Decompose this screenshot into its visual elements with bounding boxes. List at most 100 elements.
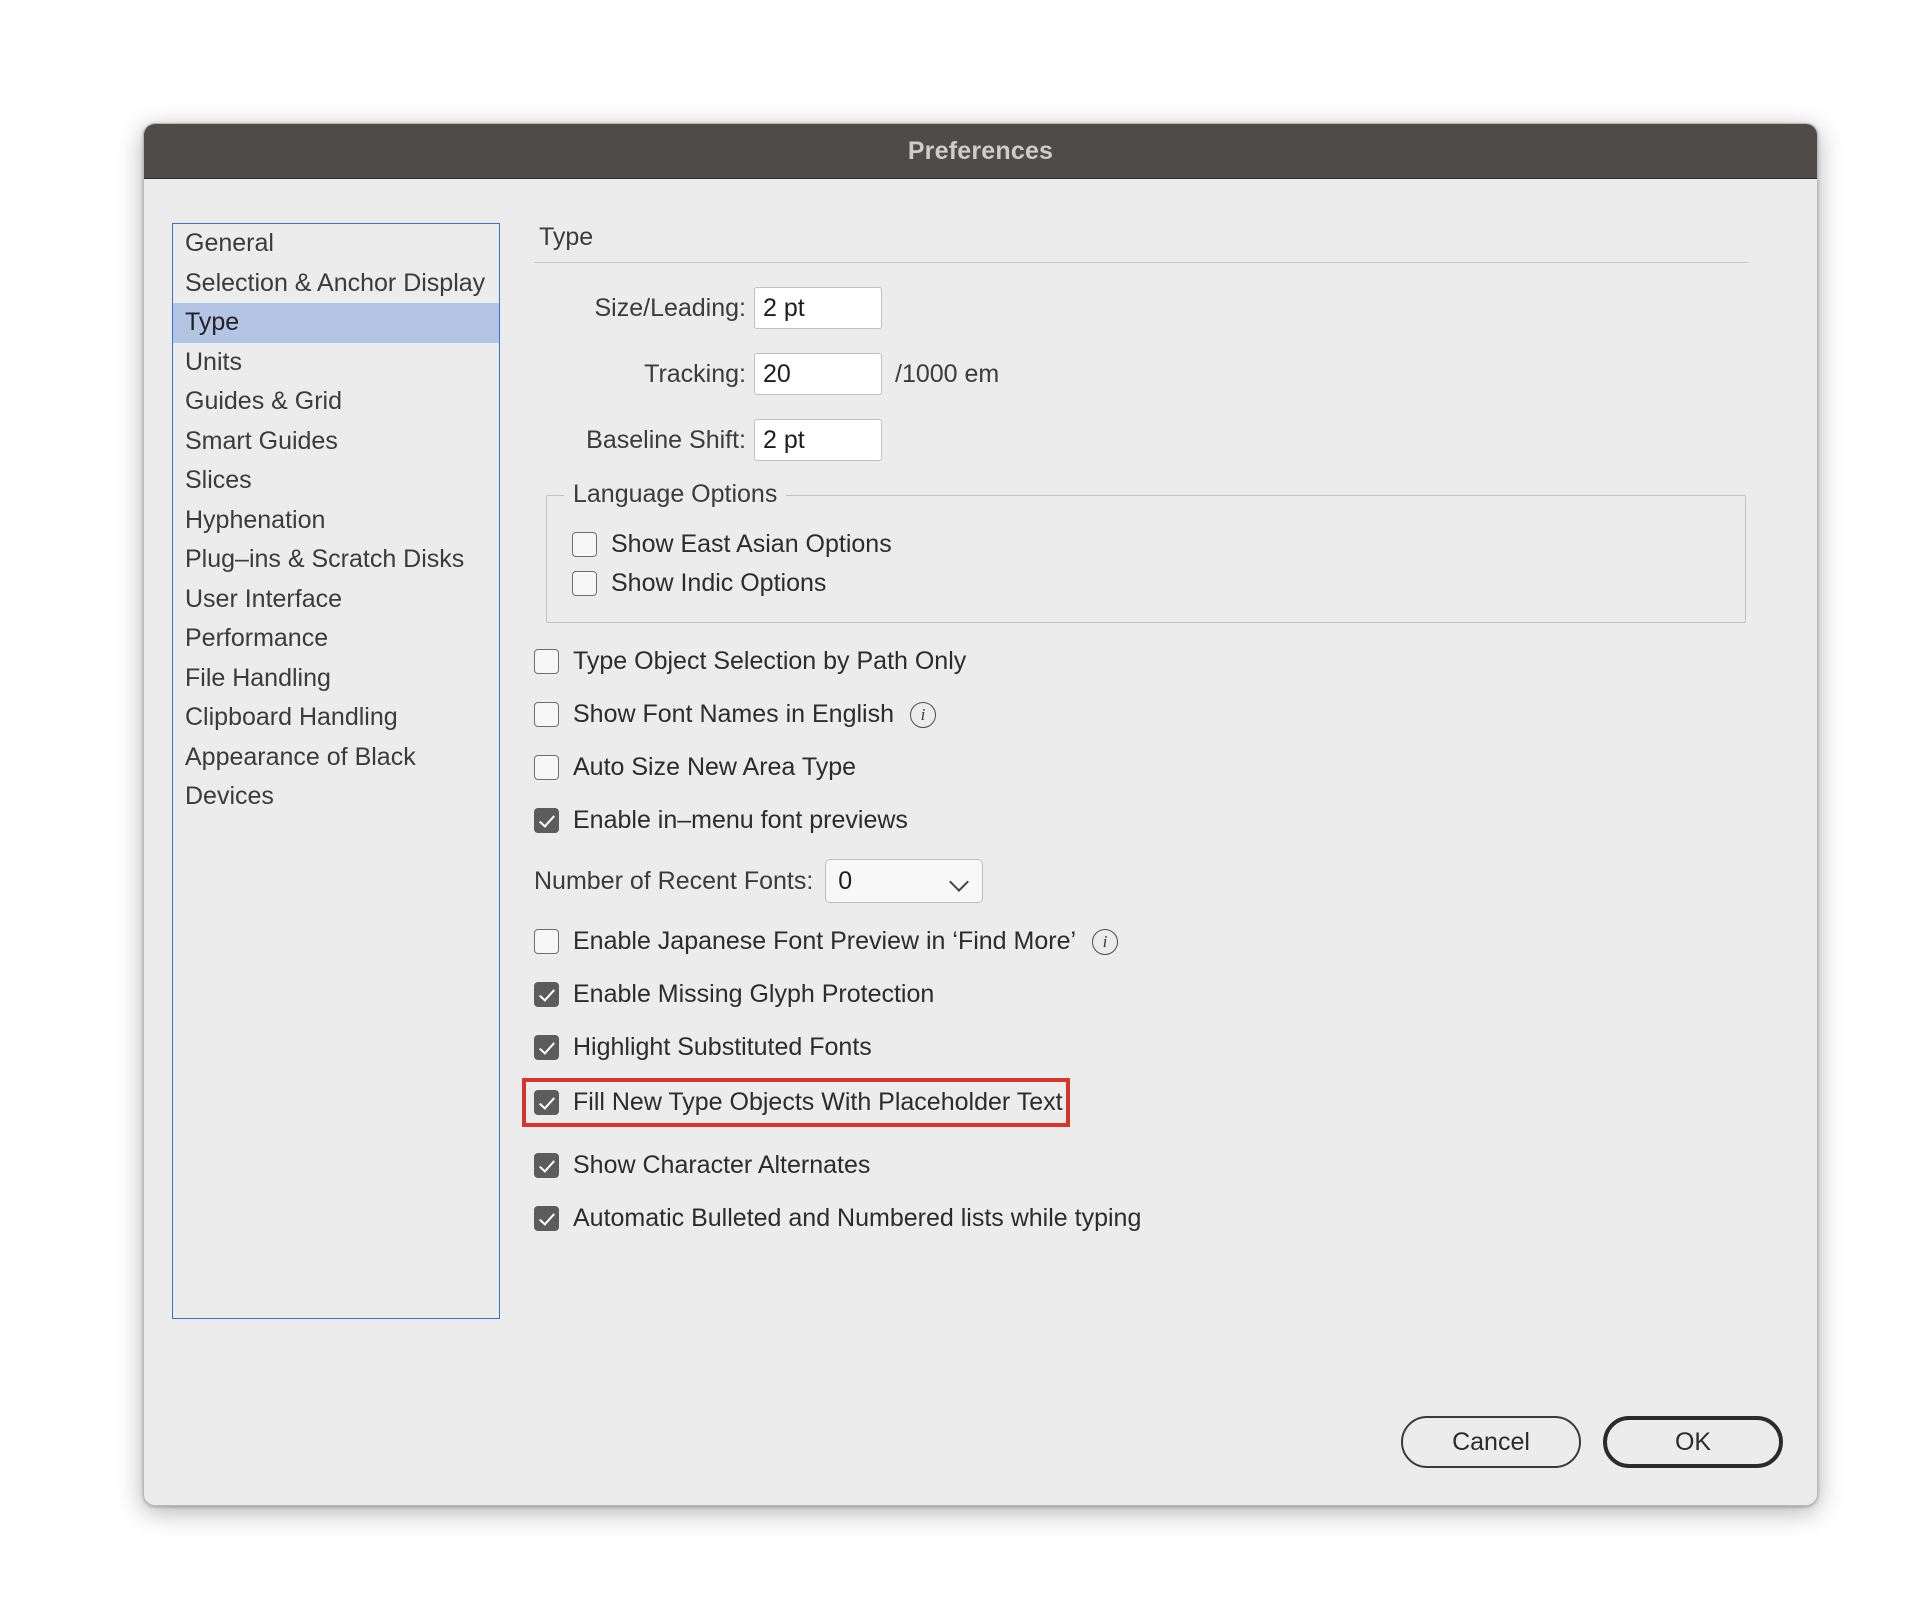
tracking-input[interactable] <box>754 353 882 395</box>
screenshot-canvas: Preferences General Selection & Anchor Di… <box>0 0 1932 1602</box>
checkbox-label: Auto Size New Area Type <box>573 753 857 781</box>
type-options-list-top: Type Object Selection by Path Only Show F… <box>534 647 1783 835</box>
checkbox-row-show-indic-options[interactable]: Show Indic Options <box>547 569 1745 598</box>
checkbox-checked-icon[interactable] <box>534 808 559 833</box>
pane-title: Type <box>539 223 594 251</box>
pane-divider <box>534 262 1749 263</box>
checkbox-unchecked-icon[interactable] <box>572 532 597 557</box>
checkbox-row-fill-new-type-objects-with-placeholder-text[interactable]: Fill New Type Objects With Placeholder T… <box>522 1078 1070 1127</box>
sidebar-item-label: Appearance of Black <box>185 742 416 771</box>
checkbox-label: Enable Missing Glyph Protection <box>573 980 935 1008</box>
checkbox-checked-icon[interactable] <box>534 982 559 1007</box>
tracking-label: Tracking: <box>644 359 746 388</box>
checkbox-unchecked-icon[interactable] <box>534 755 559 780</box>
checkbox-label: Fill New Type Objects With Placeholder T… <box>573 1088 1063 1116</box>
checkbox-row-enable-missing-glyph-protection[interactable]: Enable Missing Glyph Protection <box>534 980 1783 1009</box>
checkbox-row-highlight-substituted-fonts[interactable]: Highlight Substituted Fonts <box>534 1033 1783 1062</box>
checkbox-row-auto-size-new-area-type[interactable]: Auto Size New Area Type <box>534 753 1783 782</box>
type-options-list-bottom: Enable Japanese Font Preview in ‘Find Mo… <box>522 927 1783 1233</box>
checkbox-row-enable-japanese-font-preview-in-find-more[interactable]: Enable Japanese Font Preview in ‘Find Mo… <box>534 927 1783 956</box>
sidebar-item-label: Performance <box>185 624 329 652</box>
checkbox-checked-icon[interactable] <box>534 1090 559 1115</box>
baseline-shift-row: Baseline Shift: <box>534 419 1783 461</box>
baseline-shift-input[interactable] <box>754 419 882 461</box>
sidebar-item-performance[interactable]: Performance <box>173 619 499 659</box>
checkbox-row-type-object-selection-by-path-only[interactable]: Type Object Selection by Path Only <box>534 647 1783 676</box>
sidebar-item-selection-anchor-display[interactable]: Selection & Anchor Display <box>173 264 499 304</box>
sidebar-item-units[interactable]: Units <box>173 343 499 383</box>
sidebar-item-clipboard-handling[interactable]: Clipboard Handling <box>173 698 499 738</box>
preferences-category-list[interactable]: General Selection & Anchor Display Type Uni… <box>172 223 500 1319</box>
info-icon[interactable]: i <box>1092 928 1119 955</box>
checkbox-label: Highlight Substituted Fonts <box>573 1033 872 1061</box>
checkbox-unchecked-icon[interactable] <box>534 929 559 954</box>
recent-fonts-select[interactable]: 0 <box>825 859 984 903</box>
sidebar-item-label: Clipboard Handling <box>185 703 398 731</box>
sidebar-item-plug-ins-scratch-disks[interactable]: Plug–ins & Scratch Disks <box>173 540 499 580</box>
language-options-group: Language Options Show East Asian Options… <box>546 480 1746 623</box>
checkbox-label: Type Object Selection by Path Only <box>573 647 967 675</box>
cancel-button[interactable]: Cancel <box>1401 1416 1581 1468</box>
preferences-pane: Type Size/Leading: Tracking: /1000 em Ba… <box>522 223 1783 1233</box>
checkbox-row-show-character-alternates[interactable]: Show Character Alternates <box>534 1151 1783 1180</box>
sidebar-item-guides-grid[interactable]: Guides & Grid <box>173 382 499 422</box>
preferences-dialog: Preferences General Selection & Anchor Di… <box>143 123 1818 1506</box>
sidebar-item-label: Devices <box>185 782 274 810</box>
info-icon[interactable]: i <box>909 701 936 728</box>
checkbox-label: Show Font Names in English <box>573 700 894 728</box>
checkbox-row-show-east-asian-options[interactable]: Show East Asian Options <box>547 530 1745 559</box>
sidebar-item-label: File Handling <box>185 663 331 692</box>
dialog-titlebar: Preferences <box>144 124 1817 179</box>
sidebar-item-smart-guides[interactable]: Smart Guides <box>173 422 499 462</box>
tracking-units-label: /1000 em <box>895 359 1000 388</box>
checkbox-row-automatic-bulleted-and-numbered-lists-while-typing[interactable]: Automatic Bulleted and Numbered lists wh… <box>534 1204 1783 1233</box>
sidebar-item-file-handling[interactable]: File Handling <box>173 659 499 699</box>
sidebar-item-label: Units <box>185 347 242 376</box>
size-leading-label: Size/Leading: <box>594 293 746 322</box>
ok-button[interactable]: OK <box>1603 1416 1783 1468</box>
recent-fonts-label: Number of Recent Fonts: <box>534 866 814 895</box>
checkbox-label: Show East Asian Options <box>611 530 892 558</box>
tracking-row: Tracking: /1000 em <box>534 353 1783 395</box>
checkbox-label: Automatic Bulleted and Numbered lists wh… <box>573 1204 1142 1232</box>
size-leading-input[interactable] <box>754 287 882 329</box>
checkbox-checked-icon[interactable] <box>534 1153 559 1178</box>
chevron-down-icon <box>949 872 970 892</box>
sidebar-item-label: Plug–ins & Scratch Disks <box>185 545 465 573</box>
baseline-shift-label: Baseline Shift: <box>586 425 746 454</box>
sidebar-item-label: Guides & Grid <box>185 387 343 415</box>
sidebar-item-hyphenation[interactable]: Hyphenation <box>173 501 499 541</box>
sidebar-item-devices[interactable]: Devices <box>173 777 499 817</box>
dialog-title: Preferences <box>907 136 1054 165</box>
sidebar-item-type[interactable]: Type <box>173 303 499 343</box>
sidebar-item-slices[interactable]: Slices <box>173 461 499 501</box>
sidebar-item-appearance-of-black[interactable]: Appearance of Black <box>173 738 499 778</box>
checkbox-checked-icon[interactable] <box>534 1206 559 1231</box>
checkbox-label: Show Indic Options <box>611 569 827 597</box>
sidebar-item-label: General <box>185 229 274 257</box>
checkbox-label: Show Character Alternates <box>573 1151 871 1179</box>
sidebar-item-label: Slices <box>185 466 252 494</box>
checkbox-row-show-font-names-in-english[interactable]: Show Font Names in English i <box>534 700 1783 729</box>
sidebar-item-label: Smart Guides <box>185 426 338 455</box>
sidebar-item-general[interactable]: General <box>173 224 499 264</box>
checkbox-label: Enable in–menu font previews <box>573 806 908 834</box>
sidebar-item-user-interface[interactable]: User Interface <box>173 580 499 620</box>
checkbox-unchecked-icon[interactable] <box>572 571 597 596</box>
dialog-body: General Selection & Anchor Display Type Uni… <box>144 179 1817 1505</box>
recent-fonts-value: 0 <box>838 866 853 895</box>
checkbox-unchecked-icon[interactable] <box>534 649 559 674</box>
sidebar-item-label: User Interface <box>185 584 343 613</box>
checkbox-row-enable-in-menu-font-previews[interactable]: Enable in–menu font previews <box>534 806 1783 835</box>
sidebar-item-label: Type <box>185 308 240 336</box>
dialog-footer: Cancel OK <box>1401 1416 1783 1468</box>
language-options-title: Language Options <box>564 480 787 509</box>
checkbox-unchecked-icon[interactable] <box>534 702 559 727</box>
language-options-list: Show East Asian Options Show Indic Option… <box>547 530 1745 598</box>
sidebar-item-label: Selection & Anchor Display <box>185 268 486 297</box>
sidebar-item-label: Hyphenation <box>185 505 326 534</box>
checkbox-checked-icon[interactable] <box>534 1035 559 1060</box>
recent-fonts-row: Number of Recent Fonts: 0 <box>534 859 1783 903</box>
checkbox-label: Enable Japanese Font Preview in ‘Find Mo… <box>573 927 1077 955</box>
size-leading-row: Size/Leading: <box>534 287 1783 329</box>
